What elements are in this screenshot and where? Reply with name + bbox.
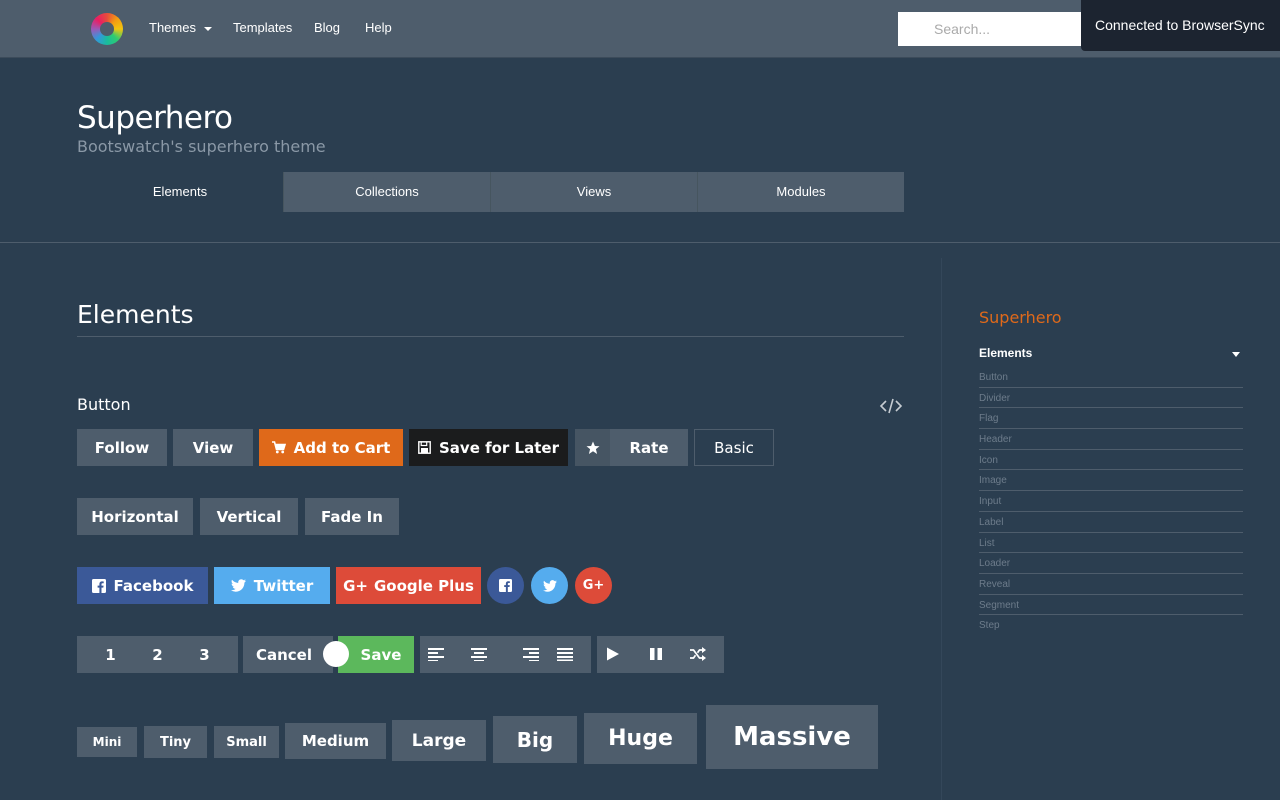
twitter-label: Twitter (253, 576, 314, 595)
tab-collections[interactable]: Collections (284, 172, 491, 212)
page-2-button[interactable]: 2 (152, 646, 162, 664)
pagination-button-group: 1 2 3 (77, 636, 238, 673)
sidebar-item-input[interactable]: Input (979, 491, 1243, 512)
browsersync-notification: Connected to BrowserSync (1081, 0, 1280, 51)
align-left-icon[interactable] (428, 647, 444, 661)
sidebar-item-loader[interactable]: Loader (979, 553, 1243, 574)
sidebar-item-flag[interactable]: Flag (979, 408, 1243, 430)
star-icon (586, 441, 599, 454)
sidebar-item-step[interactable]: Step (979, 615, 1243, 636)
section-title: Elements (77, 300, 194, 329)
rate-button[interactable]: Rate (610, 429, 688, 466)
sidebar-item-header[interactable]: Header (979, 429, 1243, 450)
facebook-icon (499, 579, 512, 592)
huge-button[interactable]: Huge (584, 713, 697, 764)
nav-item-templates[interactable]: Templates (233, 20, 292, 35)
twitter-button[interactable]: Twitter (214, 567, 330, 604)
facebook-circular-button[interactable] (487, 567, 524, 604)
medium-button[interactable]: Medium (285, 723, 386, 759)
google-plus-button[interactable]: G+ Google Plus (336, 567, 481, 604)
save-for-later-label: Save for Later (439, 438, 559, 457)
add-to-cart-label: Add to Cart (293, 438, 391, 457)
sidebar-title[interactable]: Superhero (979, 308, 1062, 327)
play-icon[interactable] (606, 647, 620, 661)
align-right-icon[interactable] (523, 647, 539, 661)
add-to-cart-button[interactable]: Add to Cart (259, 429, 403, 466)
horizontal-button[interactable]: Horizontal (77, 498, 193, 535)
page-3-button[interactable]: 3 (199, 646, 209, 664)
sidebar-section-elements[interactable]: Elements (979, 346, 1032, 360)
small-button[interactable]: Small (214, 726, 279, 758)
sidebar-item-button[interactable]: Button (979, 367, 1243, 388)
caret-down-icon (203, 26, 212, 31)
google-plus-label: Google Plus (373, 576, 474, 595)
twitter-icon (230, 579, 246, 592)
tab-elements[interactable]: Elements (77, 172, 284, 212)
vertical-button[interactable]: Vertical (200, 498, 298, 535)
cancel-button[interactable]: Cancel (243, 636, 333, 673)
sidebar-item-image[interactable]: Image (979, 470, 1243, 492)
sidebar-item-list[interactable]: List (979, 533, 1243, 554)
tab-views[interactable]: Views (491, 172, 698, 212)
google-plus-icon: G+ (343, 576, 368, 595)
facebook-icon (91, 578, 106, 593)
sidebar-item-label[interactable]: Label (979, 512, 1243, 533)
sidebar-list: Button Divider Flag Header Icon Image In… (979, 367, 1243, 636)
nav-item-themes[interactable]: Themes (149, 20, 212, 35)
subsection-title: Button (77, 395, 131, 414)
sidebar-item-segment[interactable]: Segment (979, 595, 1243, 616)
sidebar-item-reveal[interactable]: Reveal (979, 574, 1243, 595)
cart-icon (271, 441, 286, 454)
nav-item-help[interactable]: Help (365, 20, 392, 35)
mini-button[interactable]: Mini (77, 727, 137, 757)
large-button[interactable]: Large (392, 720, 486, 761)
logo-icon[interactable] (91, 13, 123, 45)
align-justify-icon[interactable] (557, 647, 573, 661)
big-button[interactable]: Big (493, 716, 577, 763)
rate-star-segment[interactable] (575, 429, 610, 466)
align-center-icon[interactable] (471, 647, 487, 661)
page-title: Superhero (77, 100, 233, 136)
tab-modules[interactable]: Modules (698, 172, 904, 212)
nav-item-blog[interactable]: Blog (314, 20, 340, 35)
page-1-button[interactable]: 1 (105, 646, 115, 664)
google-plus-circular-button[interactable]: G+ (575, 567, 612, 604)
code-icon[interactable] (879, 396, 903, 416)
section-divider (77, 336, 904, 337)
twitter-icon (542, 579, 557, 592)
basic-button[interactable]: Basic (694, 429, 774, 466)
follow-button[interactable]: Follow (77, 429, 167, 466)
search-input[interactable] (898, 12, 1084, 46)
floppy-disk-icon (418, 441, 431, 454)
pause-icon[interactable] (649, 647, 663, 661)
facebook-label: Facebook (113, 576, 194, 595)
page-subtitle: Bootswatch's superhero theme (77, 137, 326, 156)
sidebar-item-divider[interactable]: Divider (979, 388, 1243, 409)
nav-item-label: Themes (149, 20, 196, 35)
header-divider (0, 242, 1280, 243)
massive-button[interactable]: Massive (706, 705, 878, 769)
caret-down-icon[interactable] (1232, 352, 1240, 357)
save-for-later-button[interactable]: Save for Later (409, 429, 568, 466)
shuffle-icon[interactable] (690, 647, 706, 661)
google-plus-icon: G+ (582, 578, 605, 593)
save-button[interactable]: Save (338, 636, 414, 673)
view-button[interactable]: View (173, 429, 253, 466)
twitter-circular-button[interactable] (531, 567, 568, 604)
facebook-button[interactable]: Facebook (77, 567, 208, 604)
fade-in-button[interactable]: Fade In (305, 498, 399, 535)
tab-bar: Elements Collections Views Modules (77, 172, 904, 212)
sidebar-divider (941, 258, 942, 800)
tiny-button[interactable]: Tiny (144, 726, 207, 758)
or-divider (323, 641, 349, 667)
sidebar-item-icon[interactable]: Icon (979, 450, 1243, 471)
